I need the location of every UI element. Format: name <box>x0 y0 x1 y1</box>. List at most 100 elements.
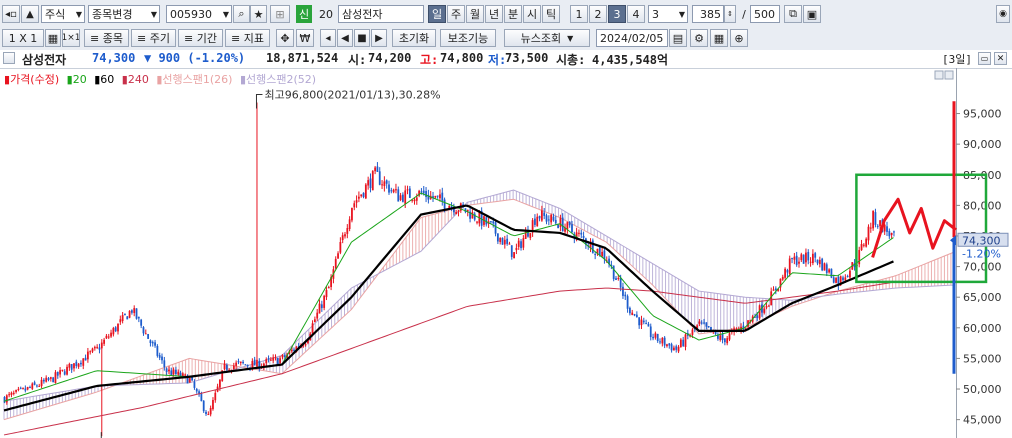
window-toggle-icon[interactable]: ◂▫ <box>2 5 20 23</box>
stock-change-value: 종목변경 <box>92 8 133 21</box>
info-volume: 18,871,524 <box>266 51 339 65</box>
candle-body <box>246 365 249 367</box>
market-select[interactable]: 주식 ▼ <box>41 5 85 23</box>
candle-body <box>832 277 835 283</box>
candle-body <box>552 216 555 221</box>
period-tab-6[interactable]: 틱 <box>542 5 560 23</box>
bars-input[interactable]: 385 <box>692 5 724 23</box>
settings-icon[interactable]: ◉ <box>996 5 1010 23</box>
candle-body <box>184 374 187 376</box>
candle-body <box>89 351 92 353</box>
candle-body <box>425 191 427 198</box>
count-tab-3[interactable]: 3 <box>608 5 626 23</box>
candle-body <box>457 210 460 212</box>
pin-icon[interactable]: ⊞ <box>270 5 290 23</box>
code-value: 005930 <box>170 7 212 21</box>
candle-body <box>515 247 518 251</box>
candle-body <box>434 195 437 198</box>
candle-body <box>276 358 279 365</box>
chevron-up-icon[interactable]: ▲ <box>21 5 39 23</box>
candle-body <box>156 345 159 356</box>
won-button[interactable]: ₩ <box>296 29 314 47</box>
rewind-icon[interactable]: ◂ <box>320 29 336 47</box>
layout-icon[interactable]: 1×1 <box>62 29 80 47</box>
candle-body <box>635 314 638 317</box>
count-tab-1[interactable]: 1 <box>570 5 588 23</box>
candle-body <box>140 319 143 326</box>
period-tab-0[interactable]: 일 <box>428 5 446 23</box>
grid-icon[interactable]: ▦ <box>45 29 61 47</box>
date-input[interactable]: 2024/02/05 <box>596 29 668 47</box>
candle-body <box>38 385 41 387</box>
checkbox-icon[interactable] <box>3 52 15 64</box>
stepper-icon[interactable]: ⇕ <box>724 5 736 23</box>
candle-body <box>499 237 502 242</box>
scale-button[interactable]: 1 X 1 <box>2 29 44 47</box>
group-number: 20 <box>319 7 333 21</box>
candle-body <box>536 216 539 227</box>
new-window-icon[interactable]: ⧉ <box>784 5 802 23</box>
y-tick-label: 80,000 <box>963 199 1002 212</box>
period-tab-1[interactable]: 주 <box>447 5 465 23</box>
chevron-down-icon: ▼ <box>150 9 157 19</box>
candle-body <box>318 303 321 314</box>
candle-body <box>626 296 629 309</box>
candle-body <box>126 316 129 320</box>
candle-body <box>105 335 108 339</box>
view-button-3[interactable]: ≡ 지표 <box>225 29 270 47</box>
candle-body <box>879 220 881 227</box>
maximize-icon[interactable]: ▭ <box>978 52 991 65</box>
candle-body <box>339 242 342 253</box>
star-icon[interactable]: ★ <box>250 5 267 23</box>
calendar-icon[interactable]: ▤ <box>669 29 687 47</box>
candle-body <box>29 386 31 388</box>
table-icon[interactable]: ▦ <box>710 29 728 47</box>
count-select[interactable]: 3 ▼ <box>648 5 688 23</box>
candle-body <box>267 358 270 360</box>
period-tab-4[interactable]: 분 <box>504 5 522 23</box>
candle-body <box>54 372 57 384</box>
view-button-2[interactable]: ≡ 기간 <box>178 29 223 47</box>
stock-change-select[interactable]: 종목변경 ▼ <box>88 5 160 23</box>
bars-max-field[interactable]: 500 <box>750 5 780 23</box>
candle-body <box>10 392 13 395</box>
first-icon[interactable]: ◀ <box>337 29 353 47</box>
period-tab-3[interactable]: 년 <box>485 5 503 23</box>
close-icon[interactable]: ✕ <box>994 52 1007 65</box>
chevron-down-icon: ▼ <box>222 9 229 19</box>
crosshair-icon[interactable]: ✥ <box>276 29 294 47</box>
search-icon[interactable]: ⌕ <box>233 5 250 23</box>
stop-icon[interactable]: ■ <box>354 29 370 47</box>
news-button[interactable]: 뉴스조회 ▼ <box>504 29 590 47</box>
zoom-icon[interactable]: ⊕ <box>730 29 748 47</box>
count-tab-4[interactable]: 4 <box>627 5 645 23</box>
count-tab-2[interactable]: 2 <box>589 5 607 23</box>
play-icon[interactable]: ▶ <box>371 29 387 47</box>
period-tab-2[interactable]: 월 <box>466 5 484 23</box>
period-tab-5[interactable]: 시 <box>523 5 541 23</box>
price-chart[interactable]: 45,00050,00055,00060,00065,00070,00075,0… <box>0 68 1012 438</box>
candle-body <box>786 270 789 273</box>
chevron-down-icon: ▼ <box>75 9 82 19</box>
candle-body <box>390 190 393 192</box>
reset-button[interactable]: 초기화 <box>392 29 436 47</box>
stock-name-field[interactable]: 삼성전자 <box>338 5 424 23</box>
code-input[interactable]: 005930 ▼ <box>166 5 232 23</box>
candle-body <box>617 277 620 279</box>
y-tick-label: 65,000 <box>963 291 1002 304</box>
gear-icon[interactable]: ⚙ <box>690 29 708 47</box>
candle-body <box>624 294 627 297</box>
save-icon[interactable]: ▣ <box>803 5 821 23</box>
assist-button[interactable]: 보조기능 <box>440 29 496 47</box>
pane-min-icon[interactable] <box>934 70 944 80</box>
candle-body <box>355 200 358 203</box>
pane-close-icon[interactable] <box>944 70 954 80</box>
candle-body <box>513 252 515 259</box>
candle-body <box>642 320 645 323</box>
view-button-1[interactable]: ≡ 주기 <box>131 29 176 47</box>
info-open-label: 시: <box>348 53 367 67</box>
candle-body <box>269 359 272 361</box>
candle-body <box>404 190 407 205</box>
view-button-0[interactable]: ≡ 종목 <box>84 29 129 47</box>
candle-body <box>239 361 242 364</box>
